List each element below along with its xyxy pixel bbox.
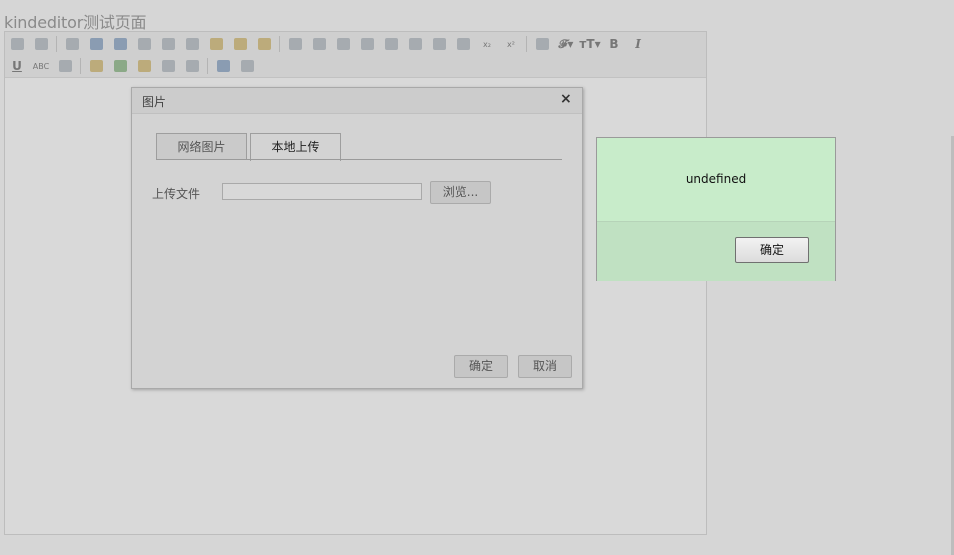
image-icon-glyph [89, 60, 103, 72]
alert-ok-button[interactable]: 确定 [735, 237, 809, 263]
ordered-list-icon-glyph [384, 38, 398, 50]
flash-icon-glyph [113, 60, 127, 72]
close-icon[interactable]: × [560, 91, 572, 107]
upload-file-input[interactable] [222, 183, 422, 200]
template-icon-glyph [65, 38, 79, 50]
toolbar-row-2: U ABC [8, 56, 262, 76]
about-icon[interactable] [214, 57, 232, 75]
multi-image-icon[interactable] [238, 57, 256, 75]
editor-toolbar: x₂ x² 𝓕▾ тT▾ B I U ABC [5, 32, 706, 78]
image-icon[interactable] [87, 57, 105, 75]
upload-file-label: 上传文件 [152, 187, 201, 201]
strikethrough-icon[interactable]: ABC [32, 57, 50, 75]
paste-text-icon-glyph [233, 38, 247, 50]
dialog-title: 图片 [142, 95, 167, 109]
paste-icon[interactable] [207, 35, 225, 53]
font-size-icon[interactable]: тT▾ [579, 35, 601, 53]
redo-icon[interactable] [111, 35, 129, 53]
copy-icon[interactable] [183, 35, 201, 53]
undo-icon-glyph [89, 38, 103, 50]
font-size-icon-glyph: тT▾ [579, 37, 601, 51]
select-all-icon-glyph [535, 38, 549, 50]
paste-icon-glyph [209, 38, 223, 50]
bold-icon-glyph: B [609, 37, 619, 51]
copy-icon-glyph [185, 38, 199, 50]
multi-image-icon-glyph [240, 60, 254, 72]
align-justify-icon-glyph [360, 38, 374, 50]
source-icon-glyph [10, 38, 24, 50]
align-left-icon-glyph [288, 38, 302, 50]
dialog-header: 图片 × [132, 88, 582, 114]
italic-icon-glyph: I [635, 37, 641, 51]
tab-remote-image[interactable]: 网络图片 [156, 133, 247, 160]
indent-icon-glyph [432, 38, 446, 50]
align-right-icon[interactable] [334, 35, 352, 53]
cancel-button[interactable]: 取消 [518, 355, 572, 378]
superscript-icon-glyph: x² [507, 39, 515, 49]
unordered-list-icon-glyph [408, 38, 422, 50]
ordered-list-icon[interactable] [382, 35, 400, 53]
paste-word-icon[interactable] [255, 35, 273, 53]
emoticons-icon[interactable] [135, 57, 153, 75]
image-dialog: 图片 × 网络图片 本地上传 上传文件 浏览... 确定 取消 [131, 87, 583, 389]
unordered-list-icon[interactable] [406, 35, 424, 53]
preview-icon-glyph [34, 38, 48, 50]
toolbar-row-1: x₂ x² 𝓕▾ тT▾ B I [8, 34, 653, 54]
tabs-divider [156, 159, 562, 160]
align-left-icon[interactable] [286, 35, 304, 53]
align-center-icon[interactable] [310, 35, 328, 53]
clear-format-icon[interactable] [56, 57, 74, 75]
outdent-icon-glyph [456, 38, 470, 50]
outdent-icon[interactable] [454, 35, 472, 53]
source-icon[interactable] [8, 35, 26, 53]
alert-body: undefined [597, 138, 835, 221]
subscript-icon[interactable]: x₂ [478, 35, 496, 53]
browse-button[interactable]: 浏览... [430, 181, 491, 204]
toolbar-separator [526, 36, 527, 52]
preview-icon[interactable] [32, 35, 50, 53]
clear-format-icon-glyph [58, 60, 72, 72]
toolbar-separator [279, 36, 280, 52]
toolbar-separator [80, 58, 81, 74]
unlink-icon[interactable] [183, 57, 201, 75]
bold-icon[interactable]: B [605, 35, 623, 53]
paste-word-icon-glyph [257, 38, 271, 50]
align-justify-icon[interactable] [358, 35, 376, 53]
cut-icon-glyph [161, 38, 175, 50]
page-title: kindeditor测试页面 [4, 13, 147, 32]
alert-footer: 确定 [597, 221, 835, 281]
print-icon[interactable] [135, 35, 153, 53]
subscript-icon-glyph: x₂ [483, 39, 491, 49]
emoticons-icon-glyph [137, 60, 151, 72]
toolbar-separator [207, 58, 208, 74]
italic-icon[interactable]: I [629, 35, 647, 53]
align-right-icon-glyph [336, 38, 350, 50]
indent-icon[interactable] [430, 35, 448, 53]
ok-button[interactable]: 确定 [454, 355, 508, 378]
underline-icon[interactable]: U [8, 57, 26, 75]
font-name-icon[interactable]: 𝓕▾ [557, 35, 575, 53]
tab-local-upload[interactable]: 本地上传 [250, 133, 341, 161]
alert-dialog: undefined 确定 [596, 137, 836, 281]
template-icon[interactable] [63, 35, 81, 53]
toolbar-separator [56, 36, 57, 52]
flash-icon[interactable] [111, 57, 129, 75]
undo-icon[interactable] [87, 35, 105, 53]
cut-icon[interactable] [159, 35, 177, 53]
font-name-icon-glyph: 𝓕▾ [558, 36, 574, 51]
strikethrough-icon-glyph: ABC [32, 61, 50, 71]
link-icon[interactable] [159, 57, 177, 75]
paste-text-icon[interactable] [231, 35, 249, 53]
superscript-icon[interactable]: x² [502, 35, 520, 53]
unlink-icon-glyph [185, 60, 199, 72]
print-icon-glyph [137, 38, 151, 50]
select-all-icon[interactable] [533, 35, 551, 53]
underline-icon-glyph: U [12, 59, 22, 73]
about-icon-glyph [216, 60, 230, 72]
alert-message: undefined [685, 172, 747, 186]
link-icon-glyph [161, 60, 175, 72]
redo-icon-glyph [113, 38, 127, 50]
align-center-icon-glyph [312, 38, 326, 50]
